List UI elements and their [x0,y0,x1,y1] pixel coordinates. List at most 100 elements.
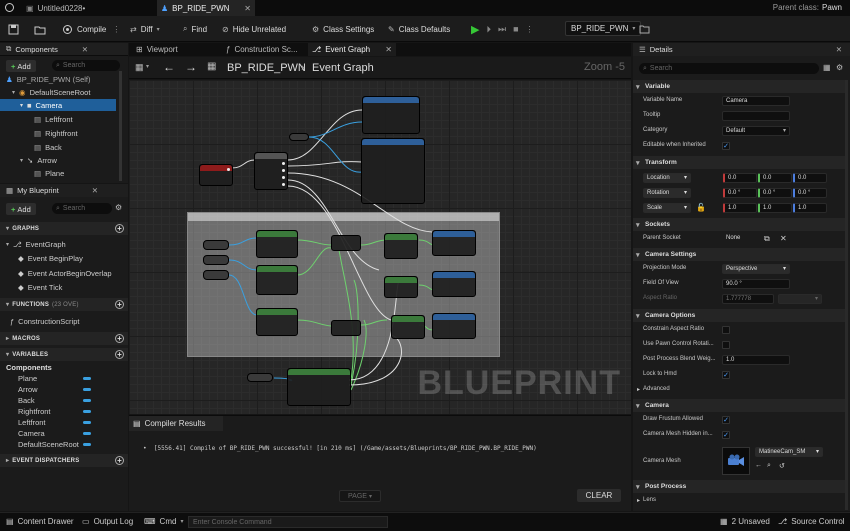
add-variable-icon[interactable]: + [115,350,124,359]
breadcrumb-blueprint[interactable]: BP_RIDE_PWN [227,62,306,74]
function-node[interactable] [432,271,476,297]
variable-section[interactable]: Variable [633,80,845,93]
lock-icon[interactable]: 🔓 [696,203,706,212]
exec-pin[interactable] [282,176,285,179]
location-z-field[interactable]: 0.0 [793,173,827,183]
variable-getter-node[interactable] [203,240,229,250]
tree-item-defaultsceneroot[interactable]: ▾ ◉ DefaultSceneRoot [12,87,90,98]
location-x-field[interactable]: 0.0 [723,173,757,183]
compile-button[interactable]: Compile ⋮ [62,21,120,37]
step-into-icon[interactable]: ⏵ [486,24,491,35]
browse-socket-icon[interactable]: ⧉ [764,234,770,244]
camera-settings-section[interactable]: Camera Settings [633,248,845,261]
exec-pin[interactable] [227,168,230,171]
close-panel-icon[interactable]: ✕ [82,45,88,54]
parent-class-value[interactable]: Pawn [822,3,842,12]
source-control-button[interactable]: ⎇ Source Control [778,517,845,526]
function-node[interactable] [362,96,420,134]
variable-getter-node[interactable] [203,270,229,280]
back-arrow-icon[interactable]: ← [163,60,175,74]
sockets-section[interactable]: Sockets [633,218,845,231]
close-tab-icon[interactable]: ✕ [385,45,392,54]
unsaved-button[interactable]: ▦ 2 Unsaved [720,517,770,526]
function-node[interactable] [287,368,351,406]
cmd-select[interactable]: ⌨ Cmd ▾ [144,517,183,526]
gear-icon[interactable]: ⚙ [115,203,122,212]
tab-bp-ride-pwn[interactable]: ♟ BP_RIDE_PWN ✕ [157,0,255,16]
event-item-tick[interactable]: ◆ Event Tick [18,282,62,293]
add-macro-icon[interactable]: + [115,334,124,343]
rotation-x-field[interactable]: 0.0 ° [723,188,757,198]
variable-item[interactable]: DefaultSceneRoot [18,439,79,450]
graph-canvas[interactable]: BLUEPRINT [129,80,631,414]
function-node[interactable] [384,233,418,259]
save-icon[interactable] [8,21,19,37]
details-search-input[interactable]: ⌕ Search [639,63,819,74]
lens-row[interactable]: ▸ Lens [633,494,845,509]
tab-event-graph[interactable]: ⎇ Event Graph ✕ [308,43,396,56]
lock-to-hmd-checkbox[interactable]: ✓ [722,371,730,379]
graphs-section-header[interactable]: ▾ GRAPHS + [0,222,128,235]
stop-icon[interactable]: ■ [513,24,518,34]
scale-mode-select[interactable]: Scale ▾ [643,203,691,213]
sequence-node[interactable] [254,152,288,190]
macros-section-header[interactable]: ▸ MACROS + [0,332,128,345]
details-scrollbar[interactable] [845,80,848,510]
tab-construction-script[interactable]: ƒ Construction Sc... [222,43,306,56]
add-function-icon[interactable]: + [115,300,124,309]
aspect-ratio-preset-select[interactable]: ▾ [778,294,822,304]
camera-options-section[interactable]: Camera Options [633,309,845,322]
tree-item-plane[interactable]: ▤ Plane [34,168,64,179]
event-node[interactable] [199,164,233,186]
add-component-button[interactable]: + Add [6,60,36,72]
page-button[interactable]: PAGE ▾ [339,490,381,502]
field-of-view-field[interactable]: 90.0 ° [722,279,790,289]
compiler-results-tab[interactable]: ▤ Compiler Results [129,416,223,431]
camera-mesh-select[interactable]: MatineeCam_SM ▾ [755,447,823,457]
forward-arrow-icon[interactable]: → [185,60,197,74]
variables-components-group[interactable]: Components [6,362,52,373]
scale-x-field[interactable]: 1.0 [723,203,757,213]
class-settings-button[interactable]: ⚙ Class Settings [312,21,374,37]
my-blueprint-search-input[interactable]: ⌕ Search [52,203,112,214]
variable-item[interactable]: Leftfront [18,417,46,428]
use-selected-asset-icon[interactable]: ← [755,462,762,469]
tree-item-leftfront[interactable]: ▤ Leftfront [34,114,73,125]
play-options-icon[interactable]: ⋮ [526,25,534,34]
scale-z-field[interactable]: 1.0 [793,203,827,213]
location-mode-select[interactable]: Location ▾ [643,173,691,183]
function-node[interactable] [432,230,476,256]
component-self[interactable]: ♟ BP_RIDE_PWN (Self) [6,74,91,85]
blend-weight-field[interactable]: 1.0 [722,355,790,365]
graph-item-eventgraph[interactable]: ▾ ⎇ EventGraph [6,239,66,250]
constrain-aspect-checkbox[interactable] [722,326,730,334]
editable-inherited-checkbox[interactable]: ✓ [722,142,730,150]
exec-pin[interactable] [282,183,285,186]
diff-button[interactable]: ⇄ Diff ▾ [130,21,160,37]
clear-button[interactable]: CLEAR [577,489,621,502]
tree-item-back[interactable]: ▤ Back [34,142,62,153]
debug-object-select[interactable]: BP_RIDE_PWN ▾ [565,21,642,36]
variable-item[interactable]: Arrow [18,384,38,395]
play-icon[interactable]: ▶ [471,23,479,36]
camera-mesh-hidden-checkbox[interactable]: ✓ [722,431,730,439]
aspect-ratio-field[interactable]: 1.777778 [722,294,774,304]
tab-untitled[interactable]: ▣ Untitled0228• [22,0,132,16]
breadcrumb-event-graph[interactable]: Event Graph [312,62,374,74]
property-matrix-icon[interactable]: ▦ [823,63,831,72]
hide-unrelated-button[interactable]: ⊘ Hide Unrelated [222,21,286,37]
math-node[interactable] [331,320,361,336]
transform-section[interactable]: Transform [633,156,845,169]
variable-item[interactable]: Back [18,395,35,406]
function-node[interactable] [432,313,476,339]
math-node[interactable] [331,235,361,251]
function-node[interactable] [361,138,425,204]
location-y-field[interactable]: 0.0 [758,173,792,183]
advanced-row[interactable]: ▸ Advanced [633,383,845,398]
components-search-input[interactable]: ⌕ Search [52,60,120,71]
compile-options-icon[interactable]: ⋮ [112,25,120,34]
event-dispatchers-section-header[interactable]: ▸ EVENT DISPATCHERS + [0,454,128,467]
clear-socket-icon[interactable]: ✕ [780,234,787,243]
add-member-button[interactable]: + Add [6,203,36,215]
function-node[interactable] [391,315,425,339]
